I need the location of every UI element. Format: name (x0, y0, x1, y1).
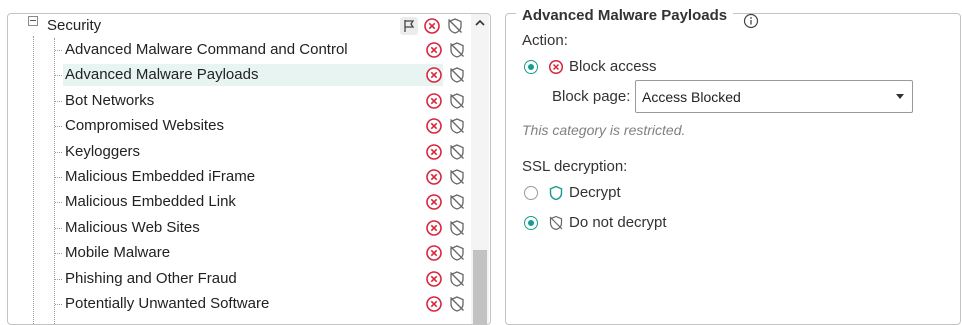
do-not-decrypt-radio[interactable] (524, 216, 538, 230)
no-decrypt-icon[interactable] (448, 41, 466, 59)
tree-item-label: Advanced Malware Payloads (65, 66, 259, 83)
tree-item[interactable]: Potentially Unwanted Software (8, 292, 470, 316)
no-decrypt-icon[interactable] (448, 270, 466, 288)
no-decrypt-icon[interactable] (446, 17, 464, 35)
tree-item-label: Keyloggers (65, 143, 141, 160)
block-icon[interactable] (425, 66, 443, 84)
collapse-toggle[interactable] (28, 16, 38, 26)
block-icon[interactable] (425, 92, 443, 110)
block-access-label[interactable]: Block access (569, 58, 657, 76)
tree-connector (55, 152, 62, 153)
flag-icon[interactable] (400, 17, 418, 35)
category-tree-panel: Security Advanced Malware Command and Co… (7, 13, 491, 325)
no-decrypt-icon[interactable] (448, 92, 466, 110)
tree-connector (55, 253, 62, 254)
block-icon[interactable] (425, 270, 443, 288)
block-icon[interactable] (425, 295, 443, 313)
block-icon[interactable] (425, 117, 443, 135)
tree-connector (55, 279, 62, 280)
block-page-value: Access Blocked (642, 89, 741, 105)
block-access-radio[interactable] (524, 60, 538, 74)
scroll-up-icon[interactable] (471, 14, 489, 32)
block-icon[interactable] (423, 17, 441, 35)
tree-item[interactable]: Mobile Malware (8, 241, 470, 265)
block-page-label: Block page: (552, 88, 631, 105)
action-label: Action: (522, 32, 568, 49)
tree-item-label: Potentially Unwanted Software (65, 295, 270, 312)
do-not-decrypt-label[interactable]: Do not decrypt (569, 214, 667, 232)
no-decrypt-icon[interactable] (448, 66, 466, 84)
tree-item-label: Mobile Malware (65, 244, 171, 261)
tree-connector (55, 177, 62, 178)
tree-item[interactable]: Malicious Web Sites (8, 216, 470, 240)
tree-item-label: Malicious Web Sites (65, 219, 200, 236)
tree-item-label: Malicious Embedded iFrame (65, 168, 256, 185)
block-icon[interactable] (425, 143, 443, 161)
restricted-note: This category is restricted. (522, 122, 686, 138)
tree-root-security[interactable]: Security (8, 14, 470, 38)
block-icon[interactable] (425, 244, 443, 262)
tree-root-label: Security (47, 17, 102, 34)
tree-item[interactable]: Compromised Websites (8, 114, 470, 138)
decrypt-label[interactable]: Decrypt (569, 184, 621, 202)
block-icon (548, 59, 564, 75)
tree-connector (55, 75, 62, 76)
info-icon[interactable] (743, 13, 759, 29)
tree-item[interactable]: Advanced Malware Command and Control (8, 38, 470, 62)
shield-icon (548, 185, 564, 201)
block-icon[interactable] (425, 193, 443, 211)
no-decrypt-icon (548, 215, 564, 231)
details-title: Advanced Malware Payloads (516, 7, 734, 25)
tree-item-label: Compromised Websites (65, 117, 224, 134)
details-title-text: Advanced Malware Payloads (522, 7, 728, 24)
tree-connector (55, 101, 62, 102)
tree-connector (55, 304, 62, 305)
tree-item[interactable]: Malicious Embedded Link (8, 190, 470, 214)
tree-item-label: Phishing and Other Fraud (65, 270, 237, 287)
tree-item[interactable]: Phishing and Other Fraud (8, 267, 470, 291)
block-icon[interactable] (425, 219, 443, 237)
tree-item[interactable]: Keyloggers (8, 140, 470, 164)
decrypt-radio[interactable] (524, 186, 538, 200)
tree-connector (55, 228, 62, 229)
no-decrypt-icon[interactable] (448, 143, 466, 161)
block-page-select[interactable]: Access Blocked (635, 80, 913, 113)
tree-item[interactable]: Malicious Embedded iFrame (8, 165, 470, 189)
tree-connector (55, 50, 62, 51)
no-decrypt-icon[interactable] (448, 193, 466, 211)
tree-connector (55, 202, 62, 203)
block-icon[interactable] (425, 168, 443, 186)
tree-scrollbar[interactable] (471, 14, 489, 324)
chevron-down-icon (896, 94, 904, 99)
tree-item[interactable]: Advanced Malware Payloads (8, 63, 470, 87)
no-decrypt-icon[interactable] (448, 295, 466, 313)
no-decrypt-icon[interactable] (448, 244, 466, 262)
ssl-decryption-label: SSL decryption: (522, 158, 628, 175)
tree-item-label: Advanced Malware Command and Control (65, 41, 348, 58)
tree-item[interactable]: Bot Networks (8, 89, 470, 113)
no-decrypt-icon[interactable] (448, 219, 466, 237)
tree-connector (55, 126, 62, 127)
tree-item-label: Malicious Embedded Link (65, 193, 236, 210)
no-decrypt-icon[interactable] (448, 168, 466, 186)
no-decrypt-icon[interactable] (448, 117, 466, 135)
tree-item-label: Bot Networks (65, 92, 155, 109)
block-icon[interactable] (425, 41, 443, 59)
category-details-panel: Advanced Malware Payloads Action: Block … (505, 7, 961, 325)
